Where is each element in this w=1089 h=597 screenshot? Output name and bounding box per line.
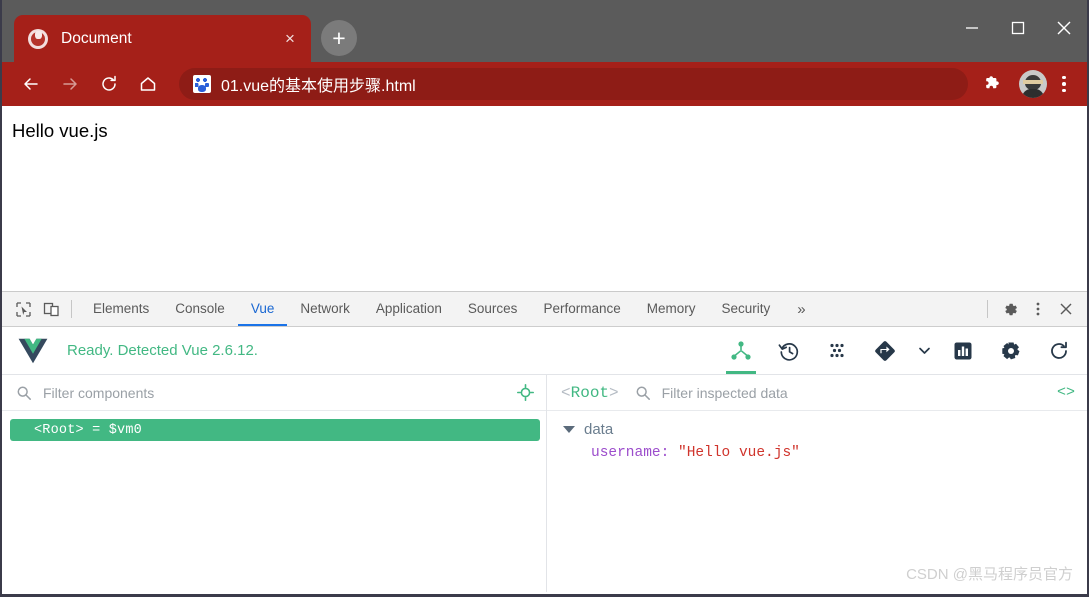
page-heading-text: Hello vue.js [12,120,108,141]
toolbar-divider [987,300,988,318]
vuex-dots-icon[interactable] [817,328,857,374]
tab-title: Document [61,29,132,47]
inspected-data: data username: "Hello vue.js" CSDN @黑马程序… [547,411,1087,592]
devtools-panel: Elements Console Vue Network Application… [2,291,1087,592]
baidu-icon [193,75,211,93]
vue-devtools-header: Ready. Detected Vue 2.6.12. [2,327,1087,375]
vue-tool-buttons [721,328,1079,374]
page-viewport: Hello vue.js [2,106,1087,291]
tab-close-icon[interactable]: × [279,28,301,50]
data-property-key: username: [591,445,670,461]
devtools-toolbar-right [979,295,1087,323]
close-icon[interactable] [1041,0,1087,56]
inspect-element-icon[interactable] [9,295,37,323]
chevron-down-icon[interactable] [913,328,935,374]
tab-performance[interactable]: Performance [530,292,633,326]
home-icon[interactable] [131,67,165,101]
tab-strip: Document × + [2,0,357,62]
component-tree-row-label: <Root> = $vm0 [34,422,142,438]
select-component-target-icon[interactable] [517,384,534,401]
inspector-pane: <Root> <> data username: "Hello vue.js" [547,375,1087,592]
data-property-value[interactable]: "Hello vue.js" [678,445,800,461]
data-group-header[interactable]: data [563,421,1087,438]
reload-icon[interactable] [92,67,126,101]
inspected-component-name: <Root> [561,384,619,402]
minimize-icon[interactable] [949,0,995,56]
data-property-row: username: "Hello vue.js" [591,445,1087,461]
watermark-text: CSDN @黑马程序员官方 [906,566,1073,583]
address-bar-text: 01.vue的基本使用步骤.html [221,78,416,95]
components-tree-icon[interactable] [721,328,761,374]
title-bar: Document × + [2,0,1087,62]
vue-logo-icon [18,338,48,364]
inspector-header: <Root> <> [547,375,1087,411]
browser-tab[interactable]: Document × [14,15,311,62]
tab-network[interactable]: Network [287,292,363,326]
tab-security[interactable]: Security [709,292,784,326]
tab-elements[interactable]: Elements [80,292,162,326]
performance-bars-icon[interactable] [943,328,983,374]
components-filter-bar [2,375,546,411]
vue-panel-body: <Root> = $vm0 <Root> <> data [2,375,1087,592]
refresh-icon[interactable] [1039,328,1079,374]
data-group-label: data [584,421,614,438]
browser-window: Document × + 01.vue的基本使用步骤.html Hello vu… [0,0,1089,597]
angle-close: > [609,383,619,402]
address-bar[interactable]: 01.vue的基本使用步骤.html [179,68,968,100]
new-tab-button[interactable]: + [321,20,357,56]
tab-console[interactable]: Console [162,292,238,326]
toolbar-divider [71,300,72,318]
search-icon [635,385,651,401]
back-arrow-icon[interactable] [14,67,48,101]
maximize-icon[interactable] [995,0,1041,56]
settings-gear-icon[interactable] [991,328,1031,374]
incognito-avatar[interactable] [1019,70,1047,98]
components-pane: <Root> = $vm0 [2,375,547,592]
more-tabs-chevron-icon[interactable]: » [783,301,819,318]
filter-components-input[interactable] [43,384,517,401]
browser-menu-kebab-icon[interactable] [1051,75,1077,93]
caret-down-icon[interactable] [563,426,575,433]
tab-vue[interactable]: Vue [237,292,288,326]
tab-sources[interactable]: Sources [455,292,531,326]
tab-favicon-globe-icon [28,28,48,49]
devtools-tabs: Elements Console Vue Network Application… [80,292,820,326]
timeline-history-icon[interactable] [769,328,809,374]
devtools-tab-bar: Elements Console Vue Network Application… [2,292,1087,327]
vue-status-text: Ready. Detected Vue 2.6.12. [67,342,258,359]
puzzle-icon[interactable] [976,67,1010,101]
navigation-toolbar: 01.vue的基本使用步骤.html [2,62,1087,106]
window-controls [949,0,1087,56]
devtools-kebab-menu-icon[interactable] [1024,295,1052,323]
component-tree: <Root> = $vm0 [2,411,546,592]
filter-inspected-data-input[interactable] [661,384,1057,401]
tab-memory[interactable]: Memory [634,292,709,326]
routing-diamond-icon[interactable] [865,328,905,374]
forward-arrow-icon[interactable] [53,67,87,101]
tab-application[interactable]: Application [363,292,455,326]
root-name: Root [570,383,610,402]
devtools-gear-icon[interactable] [996,295,1024,323]
angle-open: < [561,383,571,402]
search-icon [16,385,32,401]
component-tree-row-root[interactable]: <Root> = $vm0 [10,419,540,441]
devtools-close-icon[interactable] [1052,295,1080,323]
code-brackets-icon[interactable]: <> [1057,384,1075,401]
device-toolbar-icon[interactable] [37,295,65,323]
